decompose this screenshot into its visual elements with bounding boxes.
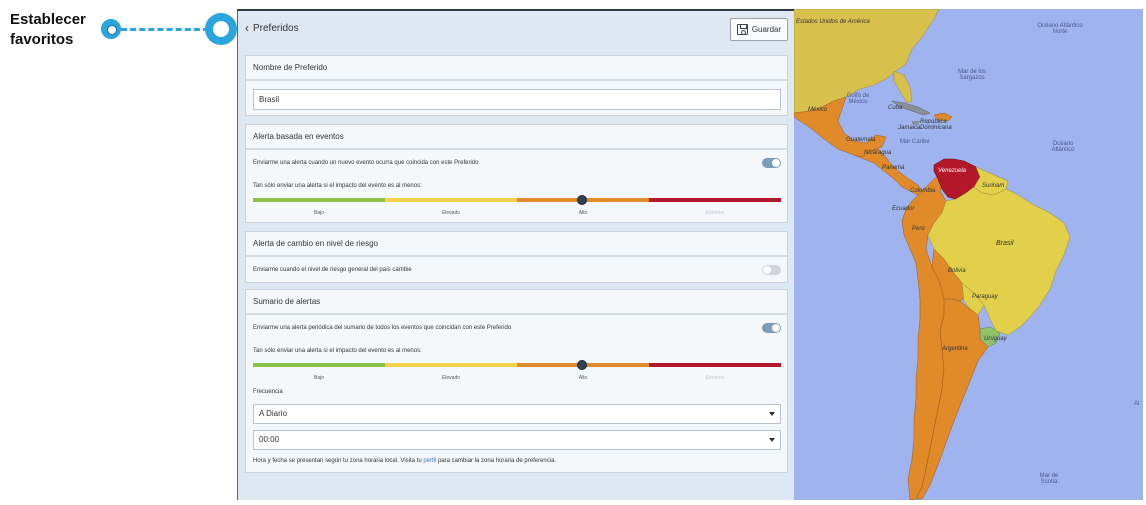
preferences-panel: ‹ Preferidos Guardar Nombre de Preferido… (237, 9, 794, 500)
map-label-venezuela: Venezuela (938, 168, 967, 174)
frequency-label: Frecuencia (253, 389, 283, 395)
level-extreme: Extremo (705, 210, 725, 216)
map-label-caribbean: Mar Caribe (900, 139, 930, 145)
map-label-edge: At (1134, 401, 1140, 407)
map-canvas (794, 9, 1071, 500)
map-label-sargasso: Mar de los Sargazos (957, 69, 986, 81)
callout-label: Establecer favoritos (10, 11, 86, 48)
map-label-ocean-north: Océano Atlántico Norte (1037, 23, 1083, 35)
event-impact-handle[interactable] (577, 195, 587, 205)
risk-alert-toggle[interactable] (762, 265, 781, 275)
risk-alert-title: Alerta de cambio en nivel de riesgo (246, 232, 787, 257)
event-impact-label: Tan sólo enviar una alerta si el impacto… (253, 183, 422, 189)
map-label-bolivia: Bolivia (948, 268, 966, 274)
level-high: Alto (578, 210, 588, 216)
frequency-select[interactable]: A Diario (253, 404, 781, 424)
event-impact-slider[interactable] (253, 198, 781, 202)
time-value: 00:00 (259, 435, 280, 444)
name-input[interactable]: Brasil (253, 89, 781, 110)
map-label-ecuador: Ecuador (892, 206, 915, 212)
chevron-left-icon: ‹ (245, 21, 249, 35)
frequency-value: A Diario (259, 409, 288, 418)
panel-header: ‹ Preferidos Guardar (238, 11, 794, 48)
back-button[interactable]: ‹ Preferidos (245, 21, 299, 35)
summary-toggle-label: Enviarme una alerta periódica del sumari… (253, 325, 512, 331)
map-label-mexico: México (808, 107, 828, 113)
back-label: Preferidos (253, 22, 299, 34)
map-label-colombia: Colombia (910, 188, 936, 194)
risk-alert-section: Alerta de cambio en nivel de riesgo Envi… (245, 231, 788, 283)
map-label-panama: Panamá (882, 165, 905, 171)
callout-connector (121, 28, 209, 31)
map-label-usa: Estados Unidos de América (796, 19, 870, 25)
chevron-down-icon (769, 412, 775, 416)
callout-end-dot (205, 13, 237, 45)
risk-alert-toggle-label: Enviarme cuando el nivel de riesgo gener… (253, 267, 412, 273)
chevron-down-icon (769, 438, 775, 442)
level-elevated: Elevado (441, 375, 461, 381)
level-extreme: Extremo (705, 375, 725, 381)
map-label-suriname: Surinam (982, 183, 1005, 189)
summary-title: Sumario de alertas (246, 290, 787, 315)
event-alert-toggle-label: Enviarme una alerta cuando un nuevo even… (253, 160, 479, 166)
callout-start-dot (101, 19, 121, 39)
summary-impact-levels: Bajo Elevado Alto Extremo (253, 375, 781, 381)
map-label-ocean-atlantic: Océano Atlántico (1051, 141, 1075, 153)
summary-impact-label: Tan sólo enviar una alerta si el impacto… (253, 348, 422, 354)
level-elevated: Elevado (441, 210, 461, 216)
map-label-scotia: Mar de Scotia (1039, 473, 1059, 485)
event-alert-section: Alerta basada en eventos Enviarme una al… (245, 124, 788, 223)
map-label-cuba: Cuba (888, 105, 903, 111)
map-label-gulf: Golfo de México (846, 93, 870, 105)
level-high: Alto (578, 375, 588, 381)
map-label-jamaica: Jamaica (898, 125, 921, 131)
level-low: Bajo (313, 375, 324, 381)
footnote-text-before: Hora y fecha se presentan según tu zona … (253, 458, 424, 464)
summary-impact-handle[interactable] (577, 360, 587, 370)
save-button[interactable]: Guardar (730, 18, 788, 41)
event-impact-levels: Bajo Elevado Alto Extremo (253, 210, 781, 216)
map-label-argentina: Argentina (942, 346, 968, 352)
name-section: Nombre de Preferido Brasil (245, 55, 788, 116)
time-select[interactable]: 00:00 (253, 430, 781, 450)
map-label-guatemala: Guatemala (846, 137, 876, 143)
map-label-brazil: Brasil (996, 240, 1014, 247)
risk-map[interactable]: Estados Unidos de América Océano Atlánti… (794, 9, 1143, 500)
timezone-footnote: Hora y fecha se presentan según tu zona … (253, 458, 556, 464)
map-label-peru: Perú (912, 226, 925, 232)
map-label-nicaragua: Nicaragua (864, 150, 892, 156)
summary-toggle[interactable] (762, 323, 781, 333)
event-alert-title: Alerta basada en eventos (246, 125, 787, 150)
profile-link[interactable]: perfil (423, 458, 436, 464)
save-icon (736, 24, 748, 35)
summary-section: Sumario de alertas Enviarme una alerta p… (245, 289, 788, 473)
map-label-dominican: República Dominicana (920, 119, 952, 131)
name-section-title: Nombre de Preferido (246, 56, 787, 81)
level-low: Bajo (313, 210, 324, 216)
save-label: Guardar (751, 25, 782, 34)
event-alert-toggle[interactable] (762, 158, 781, 168)
map-label-paraguay: Paraguay (972, 294, 998, 300)
summary-impact-slider[interactable] (253, 363, 781, 367)
map-label-uruguay: Uruguay (984, 336, 1007, 342)
footnote-text-after: para cambiar la zona horaria de preferen… (436, 458, 557, 464)
